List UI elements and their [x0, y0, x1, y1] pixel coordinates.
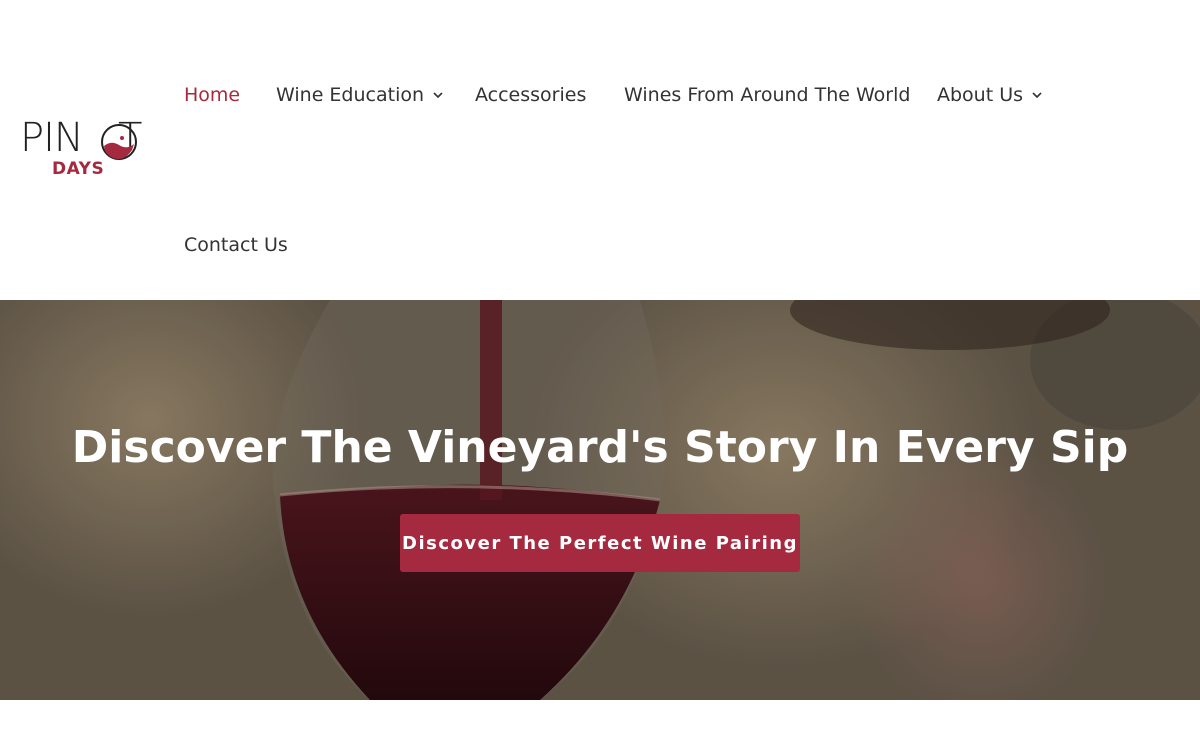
nav-accessories-label: Accessories	[475, 84, 587, 106]
logo-subtitle: DAYS	[52, 159, 105, 179]
wine-glass-logo-icon	[101, 124, 137, 160]
hero-title: Discover The Vineyard's Story In Every S…	[71, 422, 1129, 473]
hero-background-wine-glass	[0, 300, 1200, 700]
nav-wines-around-world-label: Wines From Around The World	[624, 84, 911, 106]
nav-wine-education-label: Wine Education	[276, 84, 425, 106]
site-logo[interactable]: PIN T DAYS	[20, 118, 146, 182]
site-header: PIN T DAYS Home Wine Education Accessori…	[0, 0, 1200, 300]
hero-banner: Discover The Vineyard's Story In Every S…	[0, 300, 1200, 700]
nav-wine-education[interactable]: Wine Education	[276, 80, 444, 110]
nav-home-label: Home	[184, 84, 241, 106]
nav-accessories[interactable]: Accessories	[475, 80, 586, 110]
nav-home[interactable]: Home	[184, 80, 240, 110]
nav-about-us[interactable]: About Us	[937, 80, 1043, 110]
nav-about-us-label: About Us	[937, 84, 1024, 106]
chevron-down-icon	[1032, 92, 1042, 99]
nav-contact-us-label: Contact Us	[184, 234, 288, 256]
discover-wine-pairing-button[interactable]: Discover The Perfect Wine Pairing	[400, 514, 800, 572]
chevron-down-icon	[433, 92, 443, 99]
nav-contact-us[interactable]: Contact Us	[184, 230, 288, 260]
nav-wines-around-world[interactable]: Wines From Around The World	[624, 80, 910, 110]
page-content-start	[0, 700, 1200, 740]
